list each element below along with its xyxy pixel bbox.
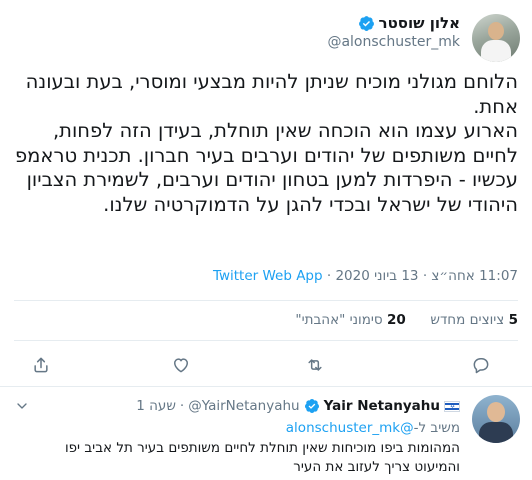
divider [0,386,532,387]
israel-flag-icon: ✡ [444,400,460,412]
action-bar [14,352,518,378]
author-avatar[interactable] [472,14,520,62]
verified-badge-icon [304,399,319,413]
avatar-head-shape [488,22,504,40]
reply-time[interactable]: שעה 1 [136,398,176,414]
reply-separator: · [179,398,185,414]
likes-count: 20 [386,312,406,328]
tweet-meta: 11:07 אחה״צ · 13 ביוני 2020 · Twitter We… [12,268,518,284]
tweet-text: הלוחם מגולני מוכיח שניתן להיות מבצעי ומו… [14,70,518,216]
likes-stat[interactable]: 20 סימוני "אהבתי" [295,312,405,328]
reply-button[interactable] [468,352,494,378]
share-icon [34,357,48,373]
likes-label: סימוני "אהבתי" [295,312,383,328]
retweets-stat[interactable]: 5 ציוצים מחדש [430,312,518,328]
avatar-head-shape [487,402,505,422]
avatar-torso-shape [479,422,513,443]
reply-author-handle[interactable]: @YairNetanyahu [188,398,299,414]
reply-text: המהומות ביפו מוכיחות שאין תוחלת לחיים מש… [64,440,460,475]
retweets-label: ציוצים מחדש [430,312,505,328]
tweet-source[interactable]: Twitter Web App [213,268,323,284]
flag-star-glyph: ✡ [450,402,456,410]
reply-icon [473,358,489,374]
like-icon [174,358,188,373]
share-button[interactable] [28,352,54,378]
tweet-time[interactable]: 11:07 אחה״צ [431,268,518,284]
reply-author-avatar[interactable] [472,395,520,443]
replying-to-label: משיב ל- [413,420,460,436]
author-name-line[interactable]: אלון שוסטר [358,14,460,32]
tweet-stats: 5 ציוצים מחדש 20 סימוני "אהבתי" [12,312,518,328]
tweet-date[interactable]: 13 ביוני 2020 [335,268,418,284]
author-display-name[interactable]: אלון שוסטר [379,14,460,32]
like-button[interactable] [168,352,194,378]
retweets-count: 5 [508,312,518,328]
meta-separator: · [422,268,428,284]
retweet-icon [308,359,322,371]
divider [14,300,518,301]
replying-to-mention[interactable]: @alonschuster_mk [286,420,414,436]
tweet-page: אלון שוסטר @alonschuster_mk הלוחם מגולני… [0,0,532,480]
verified-badge-icon [358,15,374,31]
chevron-down-icon[interactable] [14,398,30,414]
author-handle[interactable]: @alonschuster_mk [327,34,460,50]
retweet-button[interactable] [302,352,328,378]
meta-separator: · [326,268,332,284]
replying-to: משיב ל-@alonschuster_mk [286,420,460,436]
reply-header: ✡ Yair Netanyahu @YairNetanyahu · שעה 1 [136,398,460,414]
avatar-torso-shape [481,40,511,62]
reply-author-name[interactable]: Yair Netanyahu [324,398,440,414]
divider [14,340,518,341]
